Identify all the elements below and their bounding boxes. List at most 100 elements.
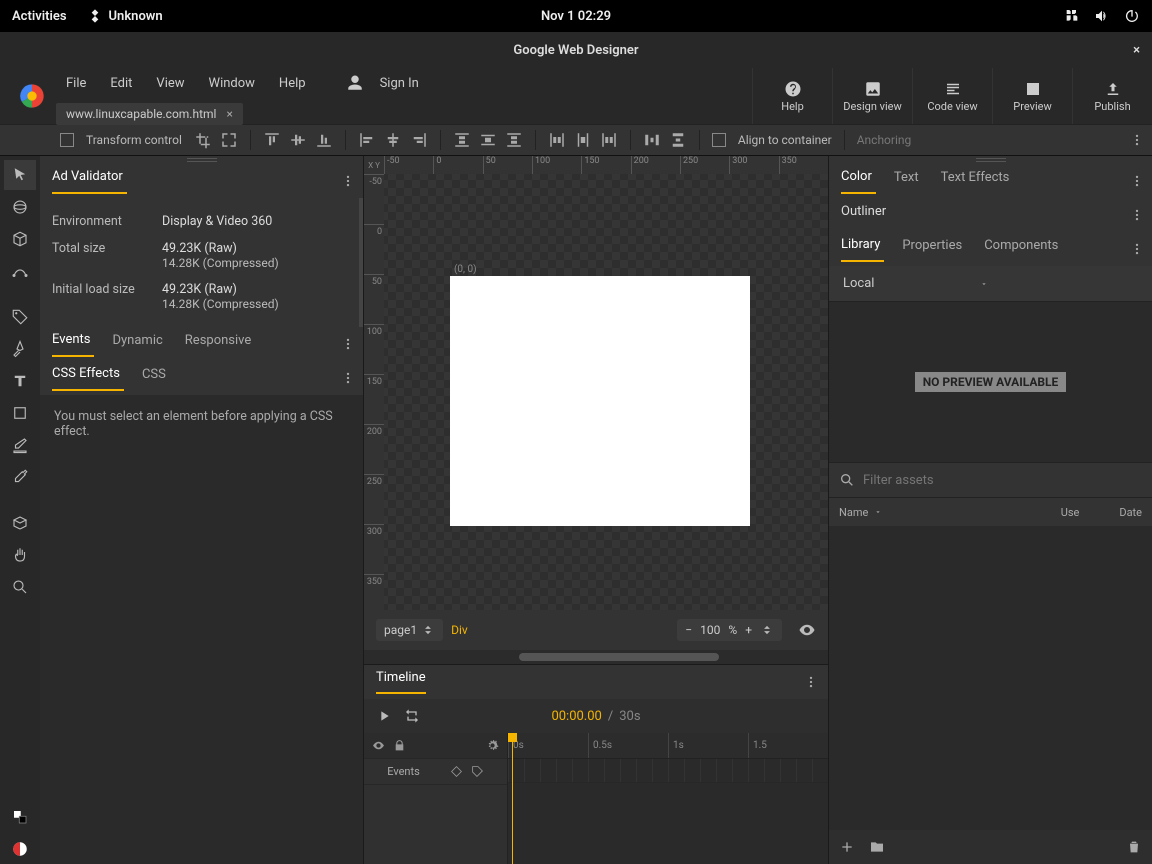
menu-edit[interactable]: Edit: [100, 72, 142, 95]
loop-icon[interactable]: [404, 708, 420, 724]
menu-file[interactable]: File: [56, 72, 96, 95]
selection-tool[interactable]: [4, 160, 36, 190]
panel-menu-icon[interactable]: [341, 371, 355, 385]
pen-tool[interactable]: [4, 334, 36, 364]
tab-library[interactable]: Library: [841, 237, 884, 262]
panel-drag-handle[interactable]: [40, 156, 363, 164]
design-view-button[interactable]: Design view: [832, 68, 912, 124]
timeline-ruler[interactable]: 0s0.5s1s1.5: [508, 733, 828, 759]
panel-menu-icon[interactable]: [1130, 174, 1144, 188]
align-right-icon[interactable]: [410, 131, 428, 149]
zoom-value[interactable]: 100: [700, 623, 720, 637]
add-icon[interactable]: [839, 839, 855, 855]
tab-color[interactable]: Color: [841, 169, 876, 194]
canvas-page[interactable]: [450, 276, 750, 526]
page-selector[interactable]: page1: [376, 619, 443, 641]
lock-icon[interactable]: [393, 739, 406, 752]
folder-icon[interactable]: [869, 839, 885, 855]
timeline-track[interactable]: [508, 759, 828, 783]
menu-help[interactable]: Help: [269, 72, 316, 95]
horizontal-scrollbar[interactable]: [364, 650, 828, 664]
code-view-button[interactable]: Code view: [912, 68, 992, 124]
tab-text-effects[interactable]: Text Effects: [941, 170, 1014, 193]
dist-v-bottom-icon[interactable]: [505, 131, 523, 149]
menu-view[interactable]: View: [146, 72, 194, 95]
hand-tool[interactable]: [4, 540, 36, 570]
eyedropper-tool[interactable]: [4, 462, 36, 492]
network-icon[interactable]: [1064, 8, 1080, 24]
filter-assets-input[interactable]: [863, 473, 1142, 488]
crop-icon[interactable]: [194, 131, 212, 149]
visibility-icon[interactable]: [798, 621, 816, 639]
label-icon[interactable]: [471, 765, 484, 778]
col-date[interactable]: Date: [1119, 506, 1142, 519]
motion-path-tool[interactable]: [4, 256, 36, 286]
stage[interactable]: X Y -50050100150200250300350 -5005010015…: [364, 156, 828, 610]
col-name[interactable]: Name: [839, 506, 1021, 519]
align-vcenter-icon[interactable]: [289, 131, 307, 149]
tab-events[interactable]: Events: [52, 332, 94, 357]
tab-responsive[interactable]: Responsive: [185, 333, 256, 356]
dist-v-top-icon[interactable]: [453, 131, 471, 149]
close-icon[interactable]: ×: [1133, 43, 1140, 58]
tab-css[interactable]: CSS: [142, 367, 170, 390]
dist-v-center-icon[interactable]: [479, 131, 497, 149]
element-tool[interactable]: [4, 224, 36, 254]
publish-button[interactable]: Publish: [1072, 68, 1152, 124]
panel-menu-icon[interactable]: [341, 337, 355, 351]
panel-menu-icon[interactable]: [1130, 208, 1144, 222]
gear-icon[interactable]: [486, 739, 499, 752]
tag-tool[interactable]: [4, 302, 36, 332]
align-left-icon[interactable]: [358, 131, 376, 149]
menu-window[interactable]: Window: [199, 72, 265, 95]
trash-icon[interactable]: [1126, 839, 1142, 855]
align-container-checkbox[interactable]: [712, 133, 726, 147]
tab-close-icon[interactable]: ×: [226, 107, 232, 121]
power-icon[interactable]: [1124, 8, 1140, 24]
tab-components[interactable]: Components: [984, 238, 1062, 261]
paint-tool[interactable]: [4, 430, 36, 460]
playhead[interactable]: [512, 733, 513, 864]
dist-h-center-icon[interactable]: [574, 131, 592, 149]
tab-text[interactable]: Text: [894, 170, 923, 193]
volume-icon[interactable]: [1094, 8, 1110, 24]
sign-in-button[interactable]: Sign In: [336, 68, 439, 99]
tab-dynamic[interactable]: Dynamic: [112, 333, 166, 356]
color-swatch[interactable]: [4, 834, 36, 864]
dist-h-right-icon[interactable]: [600, 131, 618, 149]
tab-properties[interactable]: Properties: [902, 238, 966, 261]
clock[interactable]: Nov 1 02:29: [541, 9, 611, 24]
align-hcenter-icon[interactable]: [384, 131, 402, 149]
space-v-icon[interactable]: [669, 131, 687, 149]
zoom-out-button[interactable]: −: [685, 623, 692, 637]
panel-menu-icon[interactable]: [341, 174, 355, 188]
help-button[interactable]: Help: [752, 68, 832, 124]
3d-rotate-tool[interactable]: [4, 192, 36, 222]
eye-icon[interactable]: [372, 739, 385, 752]
text-tool[interactable]: [4, 366, 36, 396]
align-top-icon[interactable]: [263, 131, 281, 149]
panel-menu-icon[interactable]: [804, 675, 818, 689]
space-h-icon[interactable]: [643, 131, 661, 149]
tab-outliner[interactable]: Outliner: [841, 204, 890, 227]
library-scope-select[interactable]: Local: [829, 266, 1152, 302]
document-tab[interactable]: www.linuxcapable.com.html ×: [56, 103, 243, 125]
fit-icon[interactable]: [220, 131, 238, 149]
dist-h-left-icon[interactable]: [548, 131, 566, 149]
preview-button[interactable]: Preview: [992, 68, 1072, 124]
tab-css-effects[interactable]: CSS Effects: [52, 366, 124, 391]
zoom-tool[interactable]: [4, 572, 36, 602]
tab-ad-validator[interactable]: Ad Validator: [52, 169, 127, 194]
transform-checkbox[interactable]: [60, 133, 74, 147]
panel-drag-handle[interactable]: [829, 156, 1152, 164]
tab-timeline[interactable]: Timeline: [376, 670, 426, 694]
shape-tool[interactable]: [4, 398, 36, 428]
3d-tool[interactable]: [4, 508, 36, 538]
swap-colors[interactable]: [4, 802, 36, 832]
activities-button[interactable]: Activities: [12, 9, 67, 24]
col-use[interactable]: Use: [1061, 506, 1080, 519]
play-icon[interactable]: [376, 708, 392, 724]
panel-menu-icon[interactable]: [1130, 242, 1144, 256]
options-more-icon[interactable]: [1130, 133, 1144, 147]
align-bottom-icon[interactable]: [315, 131, 333, 149]
